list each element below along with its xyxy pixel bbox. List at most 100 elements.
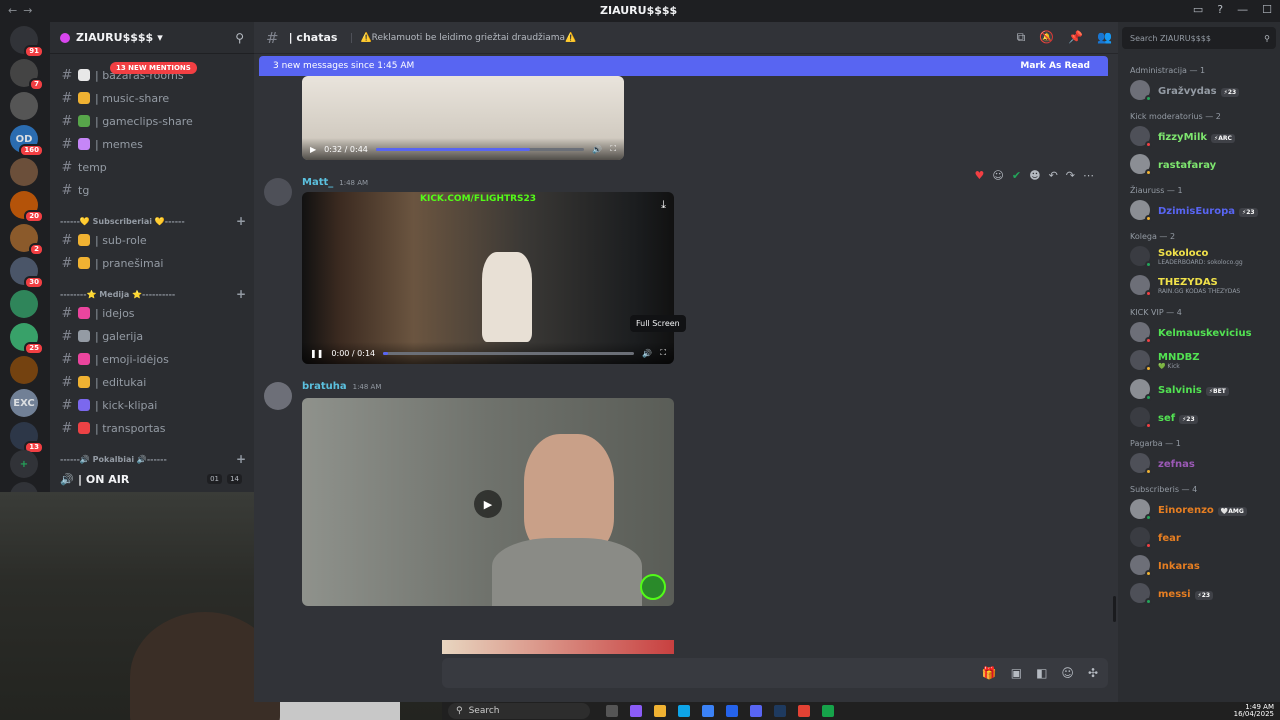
member-item[interactable]: Gražvydas ⚡23 [1130,78,1280,102]
pause-icon[interactable]: ❚❚ [310,349,323,358]
gif-icon[interactable]: ▣ [1011,666,1022,680]
back-forward-icon[interactable]: ←→ [8,4,38,17]
server-icon[interactable]: 91 [10,26,44,58]
edge-icon[interactable] [678,705,690,717]
category-pokalbiai[interactable]: ------🔊 Pokalbiai 🔊------ + [60,452,246,466]
avatar[interactable] [264,382,292,410]
member-item[interactable]: messi ⚡23 [1130,581,1280,605]
pin-icon[interactable]: 📌 [1068,30,1083,45]
video-progress[interactable] [375,147,585,151]
volume-icon[interactable]: 🔊 [592,145,602,154]
server-icon[interactable]: OD 160 [10,125,44,157]
more-icon[interactable]: ⋯ [1083,169,1094,182]
channel-topic[interactable]: ⚠️Reklamuoti be leidimo griežtai draudži… [351,32,576,43]
mute-bell-icon[interactable]: 🔕 [1039,30,1054,45]
inbox-icon[interactable]: ▭ [1193,3,1203,16]
server-icon[interactable]: 20 [10,191,44,223]
minimize-button[interactable]: — [1237,3,1248,16]
channel-item[interactable]: # | gameclips-share [56,110,246,132]
play-icon[interactable]: ▶ [310,145,316,154]
server-icon[interactable] [10,92,38,120]
voice-channel-on-air[interactable]: 🔊 | ON AIR 01 14 [56,470,246,488]
member-item[interactable]: zefnas [1130,451,1280,475]
forward-icon[interactable]: ↷ [1066,169,1075,182]
taskbar-search[interactable]: ⚲ Search [448,703,590,719]
member-item[interactable]: Inkaras [1130,553,1280,577]
apps-icon[interactable]: ✣ [1088,666,1098,680]
plus-icon[interactable]: + [236,214,246,228]
channel-item[interactable]: # | kick-klipai [56,394,246,416]
new-messages-bar[interactable]: 3 new messages since 1:45 AM Mark As Rea… [259,56,1108,76]
fullscreen-icon[interactable]: ⛶ [660,348,666,358]
video-player-previous[interactable]: ▶ 0:32 / 0:44 🔊 ⛶ [302,76,624,160]
add-reaction-icon[interactable]: ☻ [1029,169,1040,182]
taskbar-clock[interactable]: 1:49 AM 16/04/2025 [1234,704,1274,718]
message-input-bar[interactable]: 🎁 ▣ ◧ ☺ ✣ [442,658,1108,688]
channel-item[interactable]: # | emoji-idėjos [56,348,246,370]
new-mentions-pill[interactable]: 13 NEW MENTIONS [110,62,197,74]
mark-as-read-button[interactable]: Mark As Read [1020,61,1090,71]
video-player-bratuha[interactable]: ▶ [302,398,674,606]
server-icon[interactable]: 2 [10,224,44,256]
server-icon[interactable] [10,290,38,318]
channel-item[interactable]: # | idejos [56,302,246,324]
plus-icon[interactable]: + [236,287,246,301]
member-item[interactable]: Einorenzo 🤍AMG [1130,497,1280,521]
plus-icon[interactable]: + [236,452,246,466]
author-name[interactable]: bratuha 1:48 AM [302,381,381,392]
heart-reaction-icon[interactable]: ♥ [975,169,985,182]
channel-item[interactable]: # tg [56,179,246,201]
member-item[interactable]: Salvinis ⚡BET [1130,377,1280,401]
video-progress[interactable] [383,351,635,355]
emoji-icon[interactable]: ☺ [1061,666,1074,680]
explorer-icon[interactable] [654,705,666,717]
channel-item[interactable]: # | sub-role [56,229,246,251]
server-icon[interactable] [10,356,38,384]
server-icon[interactable]: 7 [10,59,44,91]
store-icon[interactable] [702,705,714,717]
server-icon[interactable]: 25 [10,323,44,355]
member-item[interactable]: Kelmauskevicius [1130,320,1280,344]
channel-item[interactable]: # | memes [56,133,246,155]
channel-item[interactable]: # | galerija [56,325,246,347]
channel-item[interactable]: # | music-share [56,87,246,109]
steam-icon[interactable] [774,705,786,717]
copilot-icon[interactable] [630,705,642,717]
gift-icon[interactable]: 🎁 [982,666,997,680]
category-medija[interactable]: --------⭐ Medija ⭐---------- + [60,287,246,301]
search-input[interactable]: Search ZIAURU$$$$ ⚲ [1122,27,1276,49]
avatar[interactable] [264,178,292,206]
taskview-icon[interactable] [606,705,618,717]
member-item[interactable]: THEZYDAS RAIN.GG KODAS THEZYDAS [1130,273,1280,297]
discord-icon[interactable] [750,705,762,717]
add-server-icon[interactable]: + [10,450,38,478]
member-item[interactable]: Sokoloco LEADERBOARD: sokoloco.gg [1130,244,1280,268]
mail-icon[interactable] [726,705,738,717]
check-reaction-icon[interactable]: ✔ [1012,169,1021,182]
maximize-button[interactable]: ☐ [1262,3,1272,16]
server-icon[interactable]: 13 [10,422,44,454]
category-subscriberiai[interactable]: ------💛 Subscriberiai 💛------ + [60,214,246,228]
server-icon[interactable] [10,158,38,186]
channel-item[interactable]: # temp [56,156,246,178]
kick-icon[interactable] [822,705,834,717]
member-item[interactable]: rastafaray [1130,152,1280,176]
member-item[interactable]: MNDBZ 💚 Kick [1130,348,1280,372]
threads-icon[interactable]: ⧉ [1017,30,1026,45]
member-item[interactable]: fizzyMilk ⚡ARC [1130,124,1280,148]
download-icon[interactable]: ⤓ [661,198,666,212]
channel-item[interactable]: # | pranešimai [56,252,246,274]
play-icon[interactable]: ▶ [474,490,502,518]
channel-item[interactable]: # | editukai [56,371,246,393]
fullscreen-icon[interactable]: ⛶ [610,144,616,154]
server-header[interactable]: ZIAURU$$$$ ▾ ⚲ [50,22,254,54]
reply-icon[interactable]: ↶ [1049,169,1058,182]
member-item[interactable]: fear [1130,525,1280,549]
member-list-icon[interactable]: 👥 [1097,30,1112,45]
channel-item[interactable]: # | transportas [56,417,246,439]
chrome-icon[interactable] [798,705,810,717]
chat-scrollbar[interactable] [1113,596,1116,622]
video-player-matt[interactable]: KICK.COM/FLIGHTRS23 ⤓ ❚❚ 0:00 / 0:14 🔊 ⛶ [302,192,674,364]
server-icon[interactable]: 30 [10,257,44,289]
invite-icon[interactable]: ⚲ [235,31,244,45]
